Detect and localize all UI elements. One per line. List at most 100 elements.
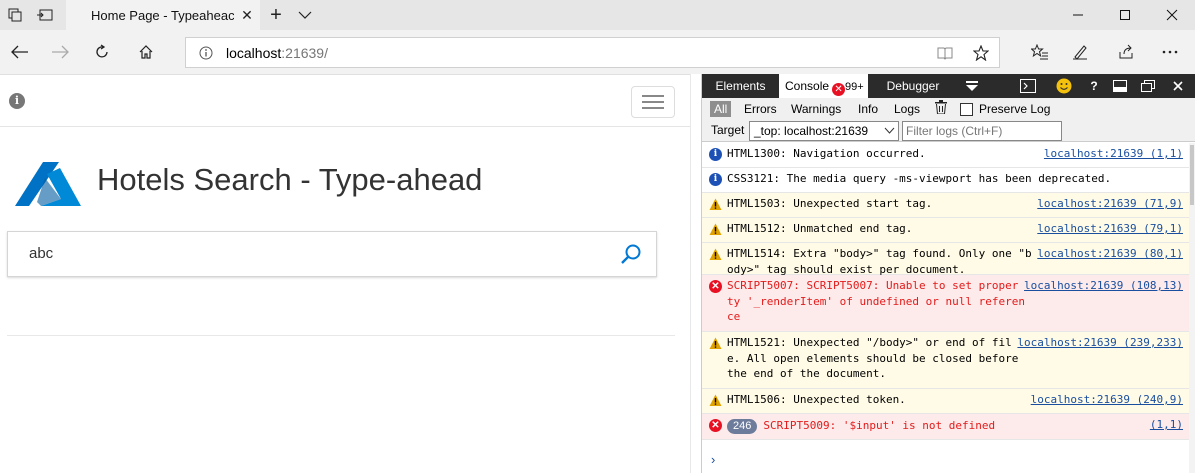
browser-tab[interactable]: Home Page - Typeaheac ✕ <box>66 0 260 30</box>
error-count-icon: ✕ <box>832 83 846 96</box>
repeat-count-badge: 246 <box>727 419 758 434</box>
console-messages: i HTML1300: Navigation occurred. localhost… <box>702 143 1190 473</box>
page-navbar: i <box>0 75 690 127</box>
console-row: HTML1503: Unexpected start tag. localhost… <box>702 193 1190 218</box>
info-icon: i <box>709 148 722 161</box>
favorites-hub-icon[interactable] <box>1020 30 1060 74</box>
web-page: i Hotels Search - Type-ahead abc <box>0 74 690 473</box>
console-row: ✕ 246 SCRIPT5009: '$input' is not defined (… <box>702 414 1190 440</box>
tab-elements[interactable]: Elements <box>702 74 779 98</box>
more-tools-dropdown-icon[interactable] <box>960 77 984 95</box>
console-row: i CSS3121: The media query -ms-viewport h… <box>702 168 1190 193</box>
console-row: ✕ SCRIPT5007: SCRIPT5007: Unable to set p… <box>702 275 1190 332</box>
preserve-log-checkbox[interactable] <box>960 103 973 116</box>
forward-icon[interactable] <box>40 30 80 74</box>
source-link[interactable]: localhost:21639 (240,9) <box>1030 392 1183 408</box>
devtools-tab-bar: Elements Console ✕ 99+ Debugger ? <box>702 74 1195 98</box>
warning-icon <box>709 223 722 236</box>
dock-bottom-icon[interactable] <box>1110 77 1130 95</box>
filter-logs-input[interactable]: Filter logs (Ctrl+F) <box>902 121 1062 141</box>
reading-view-icon[interactable] <box>927 46 963 60</box>
close-devtools-icon[interactable] <box>1168 77 1188 95</box>
address-host: localhost <box>226 44 282 61</box>
console-message: 246 SCRIPT5009: '$input' is not defined <box>727 418 995 434</box>
filter-logs[interactable]: Logs <box>892 101 922 117</box>
search-icon[interactable] <box>620 243 642 265</box>
more-icon[interactable] <box>1150 30 1190 74</box>
favorite-star-icon[interactable] <box>963 44 999 61</box>
warning-icon <box>709 198 722 211</box>
refresh-icon[interactable] <box>82 30 122 74</box>
console-message: HTML1512: Unmatched end tag. <box>727 222 913 235</box>
home-icon[interactable] <box>126 30 166 74</box>
console-row: i HTML1300: Navigation occurred. localhost… <box>702 143 1190 168</box>
site-info-icon[interactable] <box>186 46 226 60</box>
tab-debugger[interactable]: Debugger <box>868 74 958 98</box>
error-icon: ✕ <box>709 280 722 293</box>
tab-console[interactable]: Console ✕ 99+ <box>779 74 868 98</box>
source-link[interactable]: localhost:21639 (71,9) <box>1037 196 1183 212</box>
tab-title: Home Page - Typeaheac <box>91 7 234 23</box>
console-message: HTML1514: Extra "body>" tag found. Only … <box>727 247 1032 276</box>
hamburger-menu-button[interactable] <box>631 86 675 118</box>
console-row: HTML1506: Unexpected token. localhost:216… <box>702 389 1190 414</box>
source-link[interactable]: localhost:21639 (79,1) <box>1037 221 1183 237</box>
console-message: CSS3121: The media query -ms-viewport ha… <box>727 172 1112 185</box>
back-icon[interactable] <box>0 30 40 74</box>
tab-list-icon[interactable] <box>290 0 320 30</box>
tab-preview-icon[interactable] <box>0 0 30 30</box>
address-url[interactable]: localhost:21639/ <box>226 45 927 61</box>
address-bar[interactable]: localhost:21639/ <box>185 37 1000 68</box>
feedback-smiley-icon[interactable] <box>1054 77 1074 95</box>
maximize-icon[interactable] <box>1101 0 1148 30</box>
search-input[interactable]: abc <box>7 231 657 277</box>
filter-warnings[interactable]: Warnings <box>789 101 843 117</box>
console-prompt[interactable]: › <box>711 452 715 467</box>
info-icon[interactable]: i <box>9 93 25 109</box>
console-scrollbar[interactable] <box>1189 143 1195 473</box>
source-link[interactable]: localhost:21639 (1,1) <box>1043 146 1183 162</box>
clear-console-icon[interactable] <box>933 100 949 116</box>
filter-errors[interactable]: Errors <box>742 101 779 117</box>
source-link[interactable]: localhost:21639 (239,233) <box>1017 335 1183 351</box>
window-close-icon[interactable] <box>1148 0 1195 30</box>
console-message: HTML1506: Unexpected token. <box>727 393 906 406</box>
share-icon[interactable] <box>1106 30 1146 74</box>
console-message: SCRIPT5007: SCRIPT5007: Unable to set pr… <box>727 279 1026 323</box>
browser-toolbar: localhost:21639/ <box>0 30 1195 74</box>
set-aside-icon[interactable] <box>30 0 60 30</box>
undock-icon[interactable] <box>1138 77 1158 95</box>
console-message: HTML1503: Unexpected start tag. <box>727 197 933 210</box>
info-icon: i <box>709 173 722 186</box>
help-icon[interactable]: ? <box>1084 77 1104 95</box>
window-controls <box>1054 0 1195 30</box>
target-select[interactable]: _top: localhost:21639 <box>749 121 899 141</box>
search-value[interactable]: abc <box>29 245 53 262</box>
minimize-icon[interactable] <box>1054 0 1101 30</box>
console-row: HTML1521: Unexpected "/body>" or end of … <box>702 332 1190 389</box>
close-icon[interactable]: ✕ <box>234 7 260 24</box>
warning-icon <box>709 394 722 407</box>
console-message-text: SCRIPT5009: '$input' is not defined <box>763 419 996 432</box>
source-link[interactable]: (1,1) <box>1149 417 1183 433</box>
address-port: :21639/ <box>281 44 328 61</box>
target-select-value: _top: localhost:21639 <box>754 124 869 138</box>
console-message: HTML1521: Unexpected "/body>" or end of … <box>727 336 1019 380</box>
devtools-panel: Elements Console ✕ 99+ Debugger ? All Erro… <box>701 74 1195 473</box>
source-link[interactable]: localhost:21639 (108,13) <box>1024 278 1183 294</box>
console-row: HTML1514: Extra "body>" tag found. Only … <box>702 243 1190 276</box>
console-message: HTML1300: Navigation occurred. <box>727 147 926 160</box>
preserve-log-label: Preserve Log <box>979 102 1051 116</box>
console-drawer-icon[interactable] <box>1018 77 1038 95</box>
tab-console-label: Console <box>785 79 830 93</box>
page-title: Hotels Search - Type-ahead <box>97 162 483 197</box>
pen-icon[interactable] <box>1060 30 1100 74</box>
new-tab-icon[interactable]: + <box>262 0 290 30</box>
warning-icon <box>709 337 722 350</box>
source-link[interactable]: localhost:21639 (80,1) <box>1037 246 1183 262</box>
filter-all[interactable]: All <box>710 101 732 117</box>
filter-info[interactable]: Info <box>856 101 880 117</box>
error-icon: ✕ <box>709 419 722 432</box>
console-row: HTML1512: Unmatched end tag. localhost:21… <box>702 218 1190 243</box>
warning-icon <box>709 248 722 261</box>
